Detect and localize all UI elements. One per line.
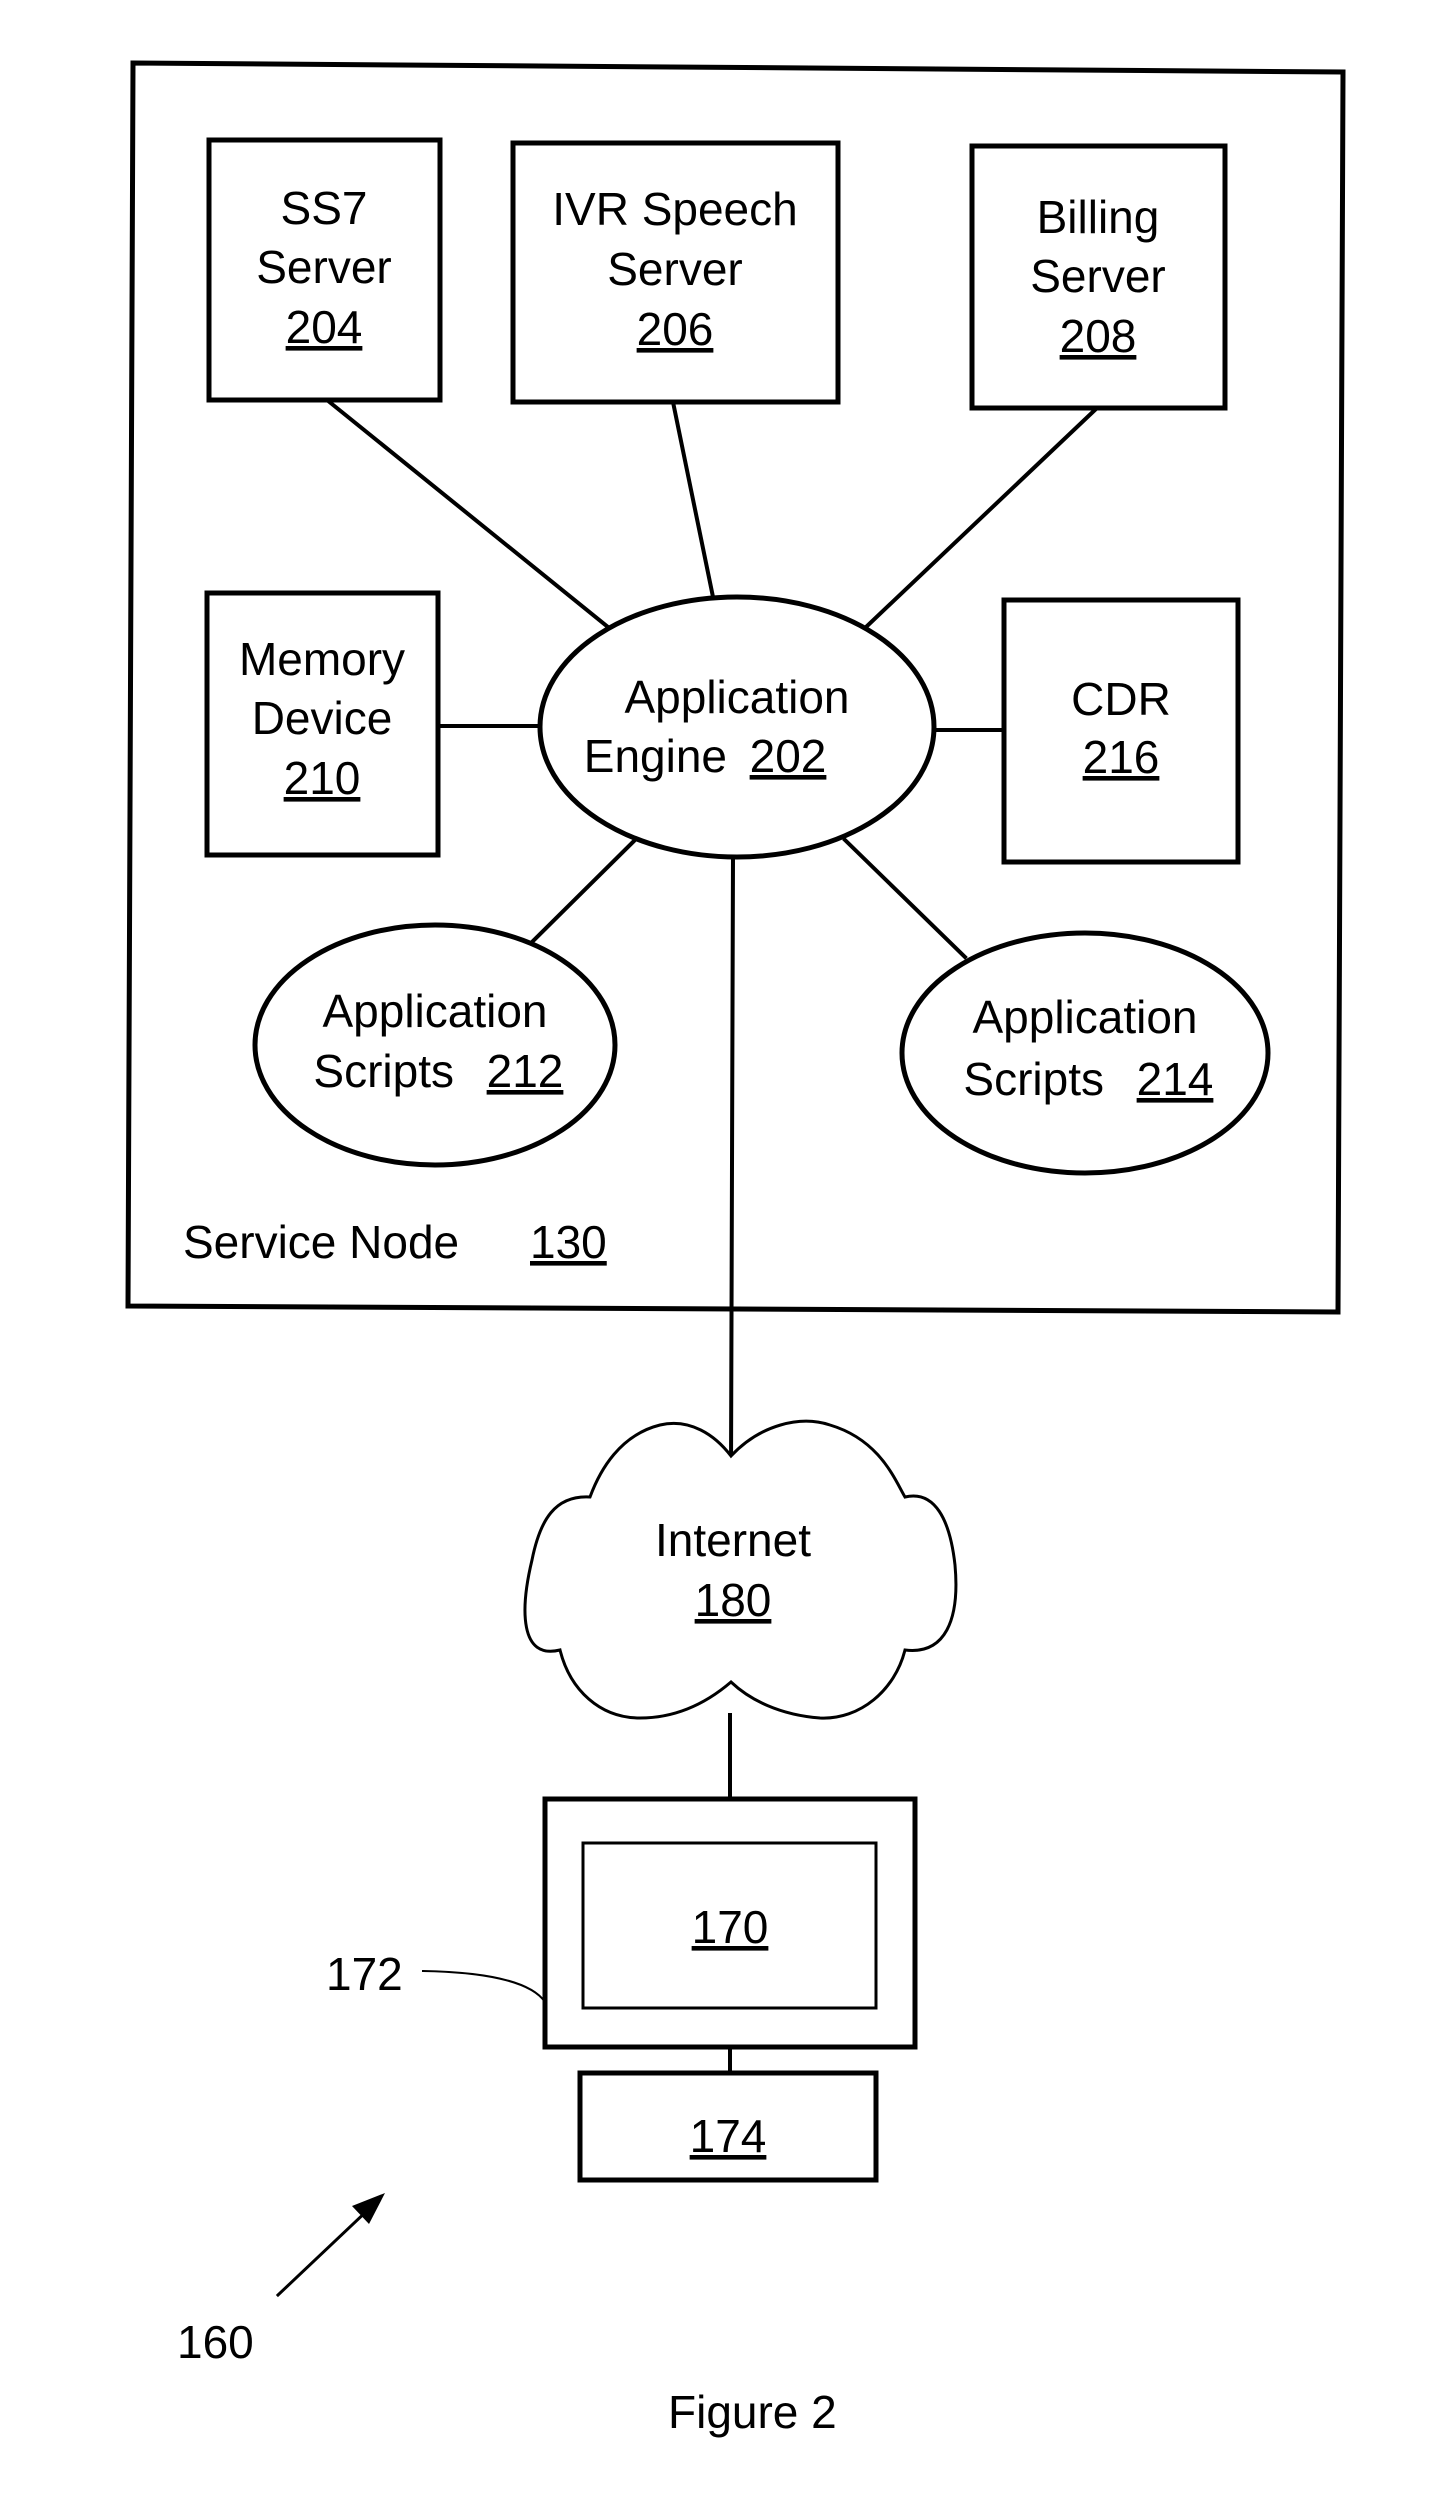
scripts-214-label-line2: Scripts (963, 1053, 1104, 1105)
memory-device-node: Memory Device 210 (204, 590, 441, 858)
scripts-214-ref: 214 (1137, 1053, 1214, 1105)
ivr-server-label-line1: IVR Speech (552, 183, 797, 235)
application-engine-label-line2: Engine (584, 730, 727, 782)
application-scripts-212-node: Application Scripts 212 (252, 922, 618, 1168)
ss7-server-node: SS7 Server 204 (206, 137, 443, 403)
base-ref: 174 (690, 2110, 767, 2162)
connector-engine-scripts-214 (842, 837, 968, 960)
memory-device-label-line2: Device (252, 692, 393, 744)
connector-engine-billing (862, 405, 1100, 631)
application-engine-node: Application Engine 202 (537, 594, 937, 860)
billing-server-ref: 208 (1060, 310, 1137, 362)
cdr-node: CDR 216 (1001, 597, 1241, 865)
scripts-212-ref: 212 (487, 1045, 564, 1097)
ss7-server-ref: 204 (286, 301, 363, 353)
ivr-server-ref: 206 (637, 303, 714, 355)
internet-label: Internet (655, 1514, 811, 1566)
connector-engine-ivr (670, 399, 716, 600)
scripts-212-label-line2: Scripts (313, 1045, 454, 1097)
monitor-ref: 172 (326, 1948, 403, 2000)
ss7-server-label-line1: SS7 (281, 182, 368, 234)
monitor-leader-line (421, 1969, 547, 2004)
system-ref-arrow (275, 2193, 385, 2298)
client-monitor-node: 170 (542, 1796, 918, 2050)
memory-device-ref: 210 (284, 752, 361, 804)
client-base-node: 174 (577, 2070, 879, 2183)
application-engine-label-line1: Application (624, 671, 849, 723)
cdr-ref: 216 (1083, 731, 1160, 783)
cloud-icon (523, 1419, 958, 1720)
cdr-label: CDR (1071, 673, 1171, 725)
connector-engine-scripts-212 (529, 837, 638, 945)
internet-cloud-node: Internet 180 (523, 1419, 958, 1720)
figure-caption: Figure 2 (668, 2386, 837, 2438)
scripts-214-label-line1: Application (972, 991, 1197, 1043)
application-scripts-214-node: Application Scripts 214 (899, 930, 1271, 1176)
service-node-label: Service Node (183, 1216, 459, 1268)
internet-ref: 180 (695, 1574, 772, 1626)
ivr-server-label-line2: Server (607, 243, 742, 295)
diagram-canvas: SS7 Server 204 IVR Speech Server 206 Bil… (125, 60, 1346, 2438)
screen-ref: 170 (692, 1901, 769, 1953)
system-ref-label: 160 (177, 2316, 254, 2368)
connector-engine-internet (728, 854, 736, 1473)
memory-device-label-line1: Memory (239, 633, 405, 685)
billing-server-label-line1: Billing (1037, 191, 1160, 243)
ivr-speech-server-node: IVR Speech Server 206 (510, 140, 841, 405)
ss7-server-label-line2: Server (256, 241, 391, 293)
billing-server-node: Billing Server 208 (969, 143, 1228, 411)
application-engine-ref: 202 (750, 730, 827, 782)
scripts-212-label-line1: Application (322, 985, 547, 1037)
service-node-ref: 130 (530, 1216, 607, 1268)
billing-server-label-line2: Server (1030, 250, 1165, 302)
